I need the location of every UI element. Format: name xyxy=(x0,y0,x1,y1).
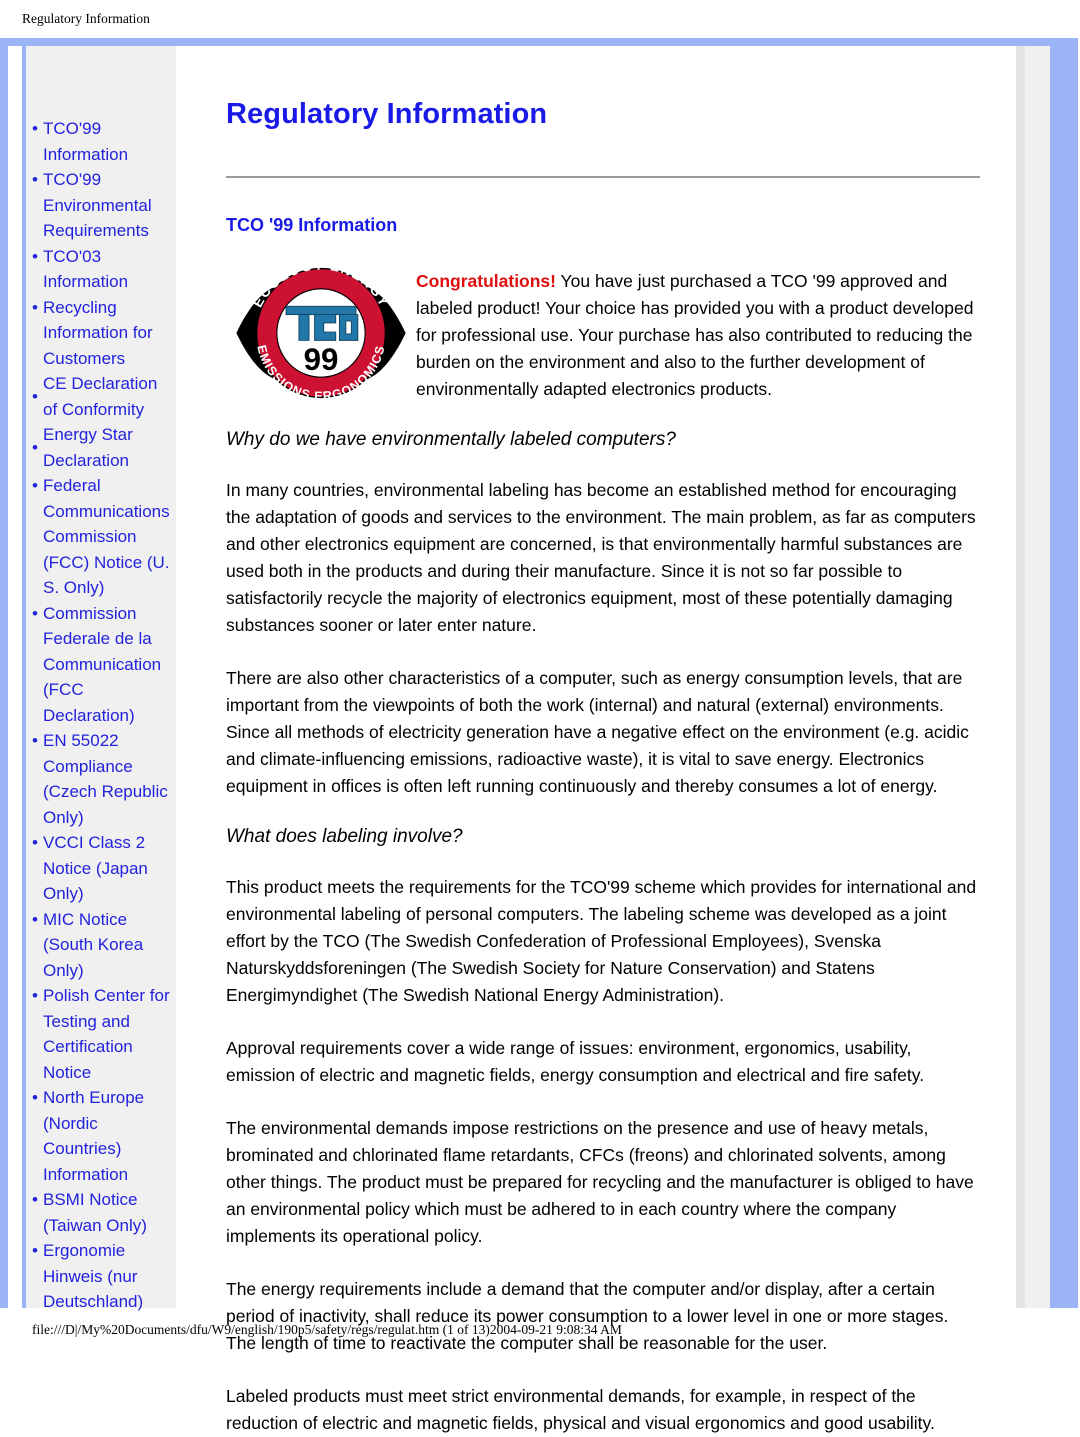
sidebar-item-recycling-information[interactable]: • Recycling Information for Customers xyxy=(30,295,172,372)
sidebar-item-fcc-notice[interactable]: • Federal Communications Commission (FCC… xyxy=(30,473,172,601)
browser-print-header: Regulatory Information xyxy=(0,0,1080,38)
bullet-icon: • xyxy=(32,1190,38,1209)
sidebar-item-label[interactable]: TCO'03 Information xyxy=(43,244,172,295)
tco99-certification-logo: ECOLOGY ENERGY EMISSIONS ERGONOMICS 99 xyxy=(226,257,416,403)
scrollbar-track-shade xyxy=(1016,46,1025,1308)
document-frame: • TCO'99 Information • TCO'99 Environmen… xyxy=(0,38,1078,1433)
bullet-icon: • xyxy=(32,119,38,138)
sidebar-item-label[interactable]: CE Declaration of Conformity xyxy=(43,371,172,422)
paragraph-energy-requirements: The energy requirements include a demand… xyxy=(226,1279,949,1353)
sidebar-item-tco03-information[interactable]: • TCO'03 Information xyxy=(30,244,172,295)
scrollbar-track[interactable] xyxy=(1016,46,1050,1308)
browser-header-title: Regulatory Information xyxy=(22,11,150,26)
paragraph-environmental-demands: The environmental demands impose restric… xyxy=(226,1118,974,1246)
bullet-icon: • xyxy=(32,386,38,406)
intro-paragraph: Congratulations! You have just purchased… xyxy=(416,262,980,403)
sidebar-item-ce-declaration[interactable]: • CE Declaration of Conformity xyxy=(30,371,172,422)
subheading-why-labeled-computers: Why do we have environmentally labeled c… xyxy=(226,429,676,450)
sidebar-item-label[interactable]: Energy Star Declaration xyxy=(43,422,172,473)
tco99-logo-svg: ECOLOGY ENERGY EMISSIONS ERGONOMICS 99 xyxy=(236,257,406,403)
page-title: Regulatory Information xyxy=(226,98,548,130)
paragraph-labeled-products: Labeled products must meet strict enviro… xyxy=(226,1386,935,1433)
paragraph-energy-consumption: There are also other characteristics of … xyxy=(226,668,969,796)
bullet-icon: • xyxy=(32,476,38,495)
sidebar-item-polish-center-notice[interactable]: • Polish Center for Testing and Certific… xyxy=(30,983,172,1085)
bullet-icon: • xyxy=(32,986,38,1005)
paragraph-labeling-method: In many countries, environmental labelin… xyxy=(226,480,976,635)
bullet-icon: • xyxy=(32,603,38,623)
sidebar-item-mic-notice[interactable]: • MIC Notice (South Korea Only) xyxy=(30,907,172,984)
bullet-icon: • xyxy=(32,1088,38,1107)
bullet-icon: • xyxy=(32,170,38,189)
bullet-icon: • xyxy=(32,297,38,317)
subheading-what-does-labeling-involve: What does labeling involve? xyxy=(226,826,463,847)
paragraph-approval-requirements: Approval requirements cover a wide range… xyxy=(226,1038,925,1085)
sidebar-item-commission-federale[interactable]: • Commission Federale de la Communicatio… xyxy=(30,601,172,729)
bullet-icon: • xyxy=(32,437,38,457)
congratulations-lead: Congratulations! xyxy=(416,271,556,291)
sidebar-item-label[interactable]: BSMI Notice (Taiwan Only) xyxy=(43,1187,172,1238)
sidebar-navigation: • TCO'99 Information • TCO'99 Environmen… xyxy=(26,46,176,1311)
sidebar-item-bsmi-notice[interactable]: • BSMI Notice (Taiwan Only) xyxy=(30,1187,172,1238)
sidebar-list: • TCO'99 Information • TCO'99 Environmen… xyxy=(30,116,172,1315)
sidebar-item-tco99-information[interactable]: • TCO'99 Information xyxy=(30,116,172,167)
bullet-icon: • xyxy=(32,909,38,929)
sidebar-item-tco99-environmental-requirements[interactable]: • TCO'99 Environmental Requirements xyxy=(30,167,172,244)
sidebar-item-label[interactable]: EN 55022 Compliance (Czech Republic Only… xyxy=(43,728,172,830)
main-content: Regulatory Information TCO '99 Informati… xyxy=(176,46,1016,1433)
sidebar-item-label[interactable]: Federal Communications Commission (FCC) … xyxy=(43,473,172,601)
sidebar-item-ergonomie-hinweis[interactable]: • Ergonomie Hinweis (nur Deutschland) xyxy=(30,1238,172,1315)
sidebar-item-label[interactable]: VCCI Class 2 Notice (Japan Only) xyxy=(43,830,172,907)
intro-block: ECOLOGY ENERGY EMISSIONS ERGONOMICS 99 C… xyxy=(226,257,980,403)
bullet-icon: • xyxy=(32,246,38,266)
bullet-icon: • xyxy=(32,1241,38,1260)
sidebar-item-label[interactable]: North Europe (Nordic Countries) Informat… xyxy=(43,1085,172,1187)
section-title-tco99: TCO '99 Information xyxy=(226,215,398,235)
sidebar-item-north-europe-information[interactable]: • North Europe (Nordic Countries) Inform… xyxy=(30,1085,172,1187)
bullet-icon: • xyxy=(32,833,38,852)
sidebar-item-energy-star-declaration[interactable]: • Energy Star Declaration xyxy=(30,422,172,473)
document-body: • TCO'99 Information • TCO'99 Environmen… xyxy=(8,46,1016,1433)
title-divider xyxy=(226,176,980,178)
sidebar-item-label[interactable]: Recycling Information for Customers xyxy=(43,295,172,372)
paragraph-tco99-scheme: This product meets the requirements for … xyxy=(226,877,977,1005)
sidebar-item-label[interactable]: Ergonomie Hinweis (nur Deutschland) xyxy=(43,1238,172,1315)
bullet-icon: • xyxy=(32,731,38,750)
sidebar-item-vcci-class2-notice[interactable]: • VCCI Class 2 Notice (Japan Only) xyxy=(30,830,172,907)
sidebar-item-en55022-compliance[interactable]: • EN 55022 Compliance (Czech Republic On… xyxy=(30,728,172,830)
sidebar-item-label[interactable]: TCO'99 Information xyxy=(43,116,172,167)
sidebar-item-label[interactable]: Polish Center for Testing and Certificat… xyxy=(43,983,172,1085)
sidebar-item-label[interactable]: TCO'99 Environmental Requirements xyxy=(43,167,172,244)
svg-text:99: 99 xyxy=(304,342,339,377)
sidebar-item-label[interactable]: Commission Federale de la Communication … xyxy=(43,601,172,729)
sidebar-item-label[interactable]: MIC Notice (South Korea Only) xyxy=(43,907,172,984)
